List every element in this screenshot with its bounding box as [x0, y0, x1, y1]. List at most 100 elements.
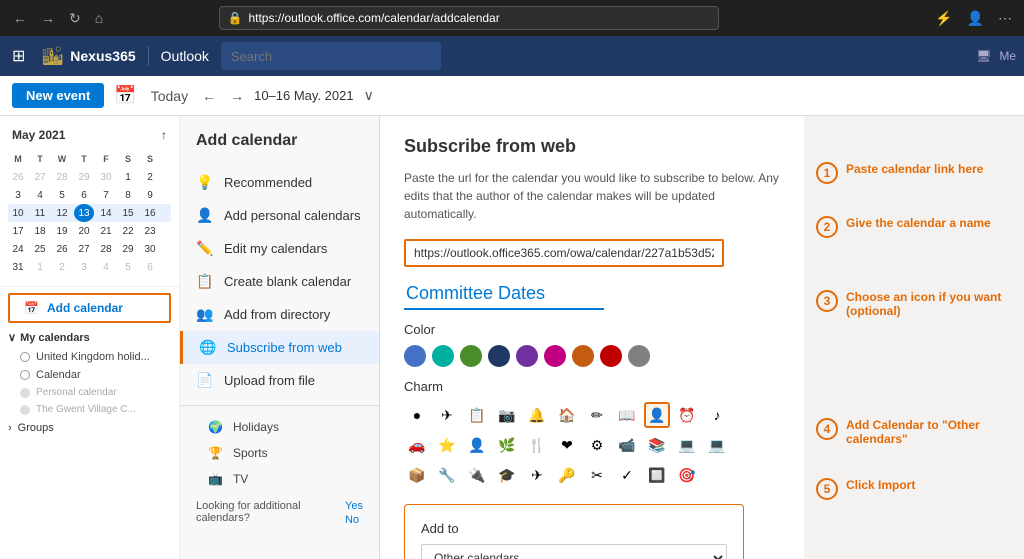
user-menu[interactable]: Me: [999, 49, 1016, 63]
sidebar-sub-sports[interactable]: 🏆 Sports: [180, 440, 379, 466]
mini-cal-cell[interactable]: 3: [74, 258, 94, 276]
mini-cal-cell[interactable]: 16: [140, 204, 160, 222]
mini-cal-cell[interactable]: 10: [8, 204, 28, 222]
search-input[interactable]: [221, 42, 441, 70]
charm-pencil[interactable]: ✏: [584, 402, 610, 428]
mini-cal-cell[interactable]: 4: [30, 186, 50, 204]
charm-square[interactable]: 🔲: [644, 462, 670, 488]
app-grid-icon[interactable]: ⊞: [8, 42, 29, 70]
calendar-url-input[interactable]: [404, 239, 724, 267]
window-icon[interactable]: 🖥: [976, 49, 991, 63]
charm-clock[interactable]: ⏰: [674, 402, 700, 428]
mini-cal-cell[interactable]: 28: [96, 240, 116, 258]
charm-gear[interactable]: ⚙: [584, 432, 610, 458]
color-magenta[interactable]: [544, 345, 566, 367]
mini-cal-cell[interactable]: 8: [118, 186, 138, 204]
new-event-button[interactable]: New event: [12, 83, 104, 108]
groups-section[interactable]: › Groups: [0, 418, 179, 438]
expand-date-button[interactable]: ∨: [360, 85, 378, 106]
charm-scissors[interactable]: ✂: [584, 462, 610, 488]
charm-laptop[interactable]: 💻: [704, 432, 730, 458]
color-teal[interactable]: [432, 345, 454, 367]
charm-video[interactable]: 📹: [614, 432, 640, 458]
mini-cal-cell[interactable]: 6: [74, 186, 94, 204]
mini-cal-cell[interactable]: 2: [140, 168, 160, 186]
charm-cutlery[interactable]: 🍴: [524, 432, 550, 458]
color-purple[interactable]: [516, 345, 538, 367]
sidebar-item-add-directory[interactable]: 👥 Add from directory: [180, 298, 379, 331]
charm-music[interactable]: ♪: [704, 402, 730, 428]
charm-monitor[interactable]: 💻: [674, 432, 700, 458]
charm-heart[interactable]: ❤: [554, 432, 580, 458]
charm-plug[interactable]: 🔌: [464, 462, 490, 488]
refresh-button[interactable]: ↻: [64, 8, 86, 29]
mini-cal-cell[interactable]: 18: [30, 222, 50, 240]
calendar-name-input[interactable]: [404, 279, 604, 310]
yes-link[interactable]: Yes: [345, 500, 363, 512]
charm-flight[interactable]: ✈: [524, 462, 550, 488]
mini-cal-cell[interactable]: 4: [96, 258, 116, 276]
mini-cal-cell[interactable]: 1: [118, 168, 138, 186]
address-bar[interactable]: 🔒 https://outlook.office.com/calendar/ad…: [219, 6, 719, 30]
mini-cal-cell[interactable]: 11: [30, 204, 50, 222]
home-button[interactable]: ⌂: [90, 8, 108, 28]
mini-cal-cell[interactable]: 14: [96, 204, 116, 222]
charm-books[interactable]: 📚: [644, 432, 670, 458]
charm-person[interactable]: 👤: [644, 402, 670, 428]
mini-cal-cell[interactable]: 24: [8, 240, 28, 258]
mini-cal-cell[interactable]: 30: [140, 240, 160, 258]
mini-cal-cell[interactable]: 19: [52, 222, 72, 240]
mini-cal-cell[interactable]: 28: [52, 168, 72, 186]
mini-cal-cell[interactable]: 29: [74, 168, 94, 186]
mini-cal-up[interactable]: ↑: [161, 128, 167, 142]
add-calendar-sidebar-button[interactable]: 📅 Add calendar: [8, 293, 171, 323]
color-orange[interactable]: [572, 345, 594, 367]
mini-cal-cell[interactable]: 15: [118, 204, 138, 222]
sidebar-item-add-personal[interactable]: 👤 Add personal calendars: [180, 199, 379, 232]
charm-camera[interactable]: 📷: [494, 402, 520, 428]
color-green[interactable]: [460, 345, 482, 367]
sidebar-sub-tv[interactable]: 📺 TV: [180, 466, 379, 492]
charm-book[interactable]: 📖: [614, 402, 640, 428]
mini-cal-cell[interactable]: 3: [8, 186, 28, 204]
sidebar-item-upload-file[interactable]: 📄 Upload from file: [180, 364, 379, 397]
mini-cal-cell[interactable]: 2: [52, 258, 72, 276]
mini-cal-cell[interactable]: 27: [30, 168, 50, 186]
mini-cal-cell[interactable]: 26: [52, 240, 72, 258]
back-button[interactable]: ←: [8, 8, 32, 28]
charm-tool[interactable]: 🔧: [434, 462, 460, 488]
calendar-main[interactable]: Calendar: [0, 366, 179, 384]
sidebar-sub-holidays[interactable]: 🌍 Holidays: [180, 414, 379, 440]
mini-cal-cell[interactable]: 26: [8, 168, 28, 186]
charm-star[interactable]: ⭐: [434, 432, 460, 458]
mini-cal-cell[interactable]: 22: [118, 222, 138, 240]
calendar-uk-holidays[interactable]: United Kingdom holid...: [0, 348, 179, 366]
my-calendars-section[interactable]: ∨ My calendars: [0, 327, 179, 348]
mini-cal-cell[interactable]: 23: [140, 222, 160, 240]
charm-target[interactable]: 🎯: [674, 462, 700, 488]
mini-cal-cell[interactable]: 1: [30, 258, 50, 276]
mini-cal-cell[interactable]: 30: [96, 168, 116, 186]
menu-icon[interactable]: ⋯: [994, 8, 1016, 29]
forward-button[interactable]: →: [36, 8, 60, 28]
color-blue[interactable]: [404, 345, 426, 367]
mini-cal-cell[interactable]: 29: [118, 240, 138, 258]
no-link[interactable]: No: [345, 514, 363, 526]
profile-icon[interactable]: 👤: [963, 8, 988, 29]
mini-cal-cell[interactable]: 17: [8, 222, 28, 240]
today-button[interactable]: Today: [147, 86, 192, 106]
mini-cal-cell[interactable]: 31: [8, 258, 28, 276]
sidebar-item-subscribe-web[interactable]: 🌐 Subscribe from web: [180, 331, 379, 364]
sidebar-item-recommended[interactable]: 💡 Recommended: [180, 166, 379, 199]
mini-cal-cell[interactable]: 20: [74, 222, 94, 240]
sidebar-item-edit-calendars[interactable]: ✏️ Edit my calendars: [180, 232, 379, 265]
charm-plane[interactable]: ✈: [434, 402, 460, 428]
color-red[interactable]: [600, 345, 622, 367]
charm-check[interactable]: ✓: [614, 462, 640, 488]
charm-box[interactable]: 📦: [404, 462, 430, 488]
color-gray[interactable]: [628, 345, 650, 367]
mini-cal-cell[interactable]: 25: [30, 240, 50, 258]
mini-cal-cell[interactable]: 6: [140, 258, 160, 276]
charm-user[interactable]: 👤: [464, 432, 490, 458]
mini-cal-cell[interactable]: 5: [118, 258, 138, 276]
